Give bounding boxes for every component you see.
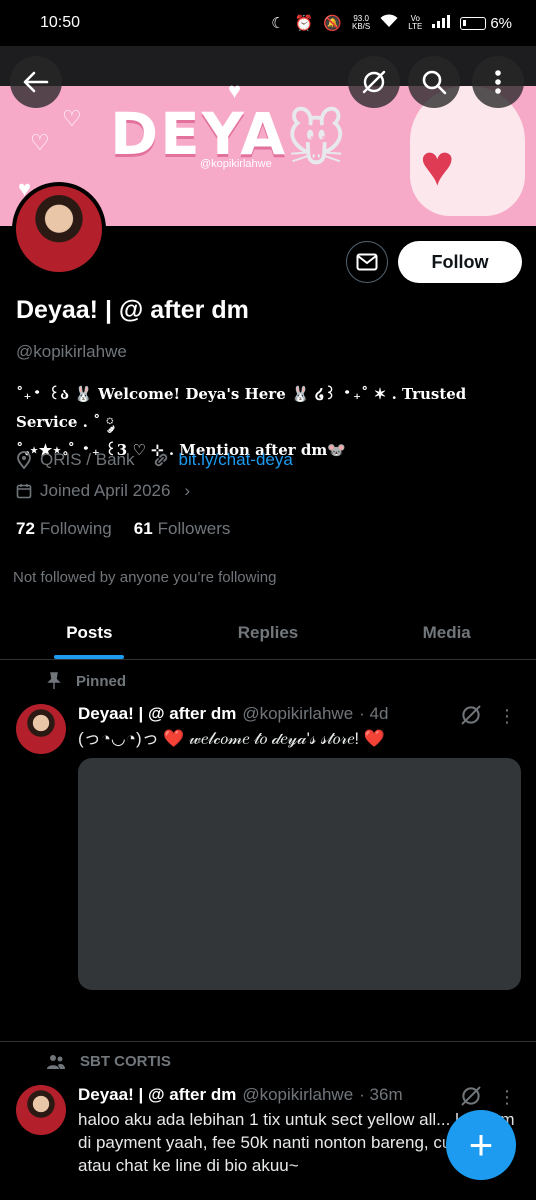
profile-avatar[interactable]: [12, 182, 106, 276]
post-media[interactable]: [78, 758, 521, 990]
community-context: SBT CORTIS: [46, 1053, 171, 1070]
speed-indicator: 93.0 KB/S: [352, 14, 371, 31]
battery-icon: [460, 16, 487, 30]
post-author-handle: @kopikirlahwe: [242, 1085, 354, 1104]
follow-button[interactable]: Follow: [398, 241, 522, 283]
post-author-name: Deyaa! | @ after dm: [78, 1085, 237, 1104]
alarm-icon: ⏰: [294, 15, 314, 32]
post-body: Deyaa! | @ after dm @kopikirlahwe · 4d (…: [78, 704, 518, 750]
location-text: QRIS / Bank: [40, 450, 135, 469]
grok-icon[interactable]: [460, 1085, 482, 1107]
message-button[interactable]: [346, 241, 388, 283]
status-bar: 10:50 ☾ ⏰ 🔕 93.0 KB/S Vo LTE 6%: [0, 0, 536, 46]
chevron-right-icon: ›: [184, 481, 191, 500]
calendar-icon: [16, 484, 32, 499]
bio-line: ˚₊‧ ꒰ა 🐰 Welcome! Deya's Here 🐰 ໒꒱ ‧₊˚ ✶…: [16, 385, 467, 431]
profile-tabs: Posts Replies Media: [0, 606, 536, 660]
username: @kopikirlahwe: [16, 342, 127, 361]
network-type: Vo LTE: [408, 14, 423, 31]
signal-icon: [432, 14, 451, 32]
post-time: · 36m: [359, 1085, 403, 1104]
grok-button[interactable]: [348, 56, 400, 108]
wifi-icon: [380, 14, 398, 32]
post-more-icon[interactable]: ⋮: [498, 1087, 516, 1108]
back-button[interactable]: [10, 56, 62, 108]
search-button[interactable]: [408, 56, 460, 108]
location-pin-icon: [17, 451, 31, 469]
tab-media[interactable]: Media: [357, 606, 536, 659]
back-arrow-icon: [23, 71, 49, 93]
follow-counts: 72 Following 61 Followers: [16, 519, 230, 539]
grok-icon: [362, 70, 386, 94]
more-vertical-icon: [495, 70, 501, 94]
status-icons: ☾ ⏰ 🔕 93.0 KB/S Vo LTE 6%: [271, 14, 512, 32]
mouse-face-icon: 🐭: [286, 108, 347, 173]
search-icon: [422, 70, 447, 95]
tab-posts[interactable]: Posts: [0, 606, 179, 659]
banner-handle: @kopikirlahwe: [200, 158, 272, 170]
joined-text: Joined April 2026: [40, 481, 171, 500]
post-more-icon[interactable]: ⋮: [498, 706, 516, 727]
link-icon: [155, 453, 168, 467]
more-button[interactable]: [472, 56, 524, 108]
status-time: 10:50: [40, 14, 81, 31]
post-avatar[interactable]: [16, 704, 66, 754]
post-avatar[interactable]: [16, 1085, 66, 1135]
moon-icon: ☾: [271, 15, 285, 32]
display-name: Deyaa! | @ after dm: [16, 296, 249, 324]
post-header: Deyaa! | @ after dm @kopikirlahwe · 36m: [78, 1085, 518, 1105]
profile-link[interactable]: bit.ly/chat-deya: [178, 450, 292, 470]
heart-decoration-icon: ♡: [62, 106, 82, 131]
post-text: (っ◔◡◔)っ ❤️ 𝓌𝑒𝓁𝒸𝑜𝓂𝑒 𝓉𝑜 𝒹𝑒𝓎𝒶'𝓈 𝓈𝓉𝑜𝓇𝑒! ❤️: [78, 729, 385, 748]
grok-icon[interactable]: [460, 704, 482, 726]
pin-icon: [47, 672, 61, 689]
joined-row[interactable]: Joined April 2026 ›: [16, 481, 190, 501]
battery-indicator: 6%: [460, 15, 512, 32]
heart-illustration-icon: ♥: [420, 133, 455, 198]
heart-decoration-icon: ♡: [30, 130, 50, 155]
following-count-link[interactable]: 72 Following: [16, 519, 112, 539]
post-author-name: Deyaa! | @ after dm: [78, 704, 237, 723]
post-time: · 4d: [359, 704, 389, 723]
not-followed-note: Not followed by anyone you’re following: [13, 569, 277, 586]
envelope-icon: [356, 253, 378, 271]
compose-post-button[interactable]: +: [446, 1110, 516, 1180]
community-icon: [47, 1054, 65, 1069]
followers-count-link[interactable]: 61 Followers: [134, 519, 231, 539]
profile-meta-location-link: QRIS / Bank bit.ly/chat-deya: [16, 450, 293, 470]
tab-replies[interactable]: Replies: [179, 606, 358, 659]
post-header: Deyaa! | @ after dm @kopikirlahwe · 4d: [78, 704, 518, 724]
pinned-context: Pinned: [46, 672, 126, 690]
post-divider: [0, 1041, 536, 1042]
post-author-handle: @kopikirlahwe: [242, 704, 354, 723]
mute-icon: 🔕: [323, 15, 342, 32]
